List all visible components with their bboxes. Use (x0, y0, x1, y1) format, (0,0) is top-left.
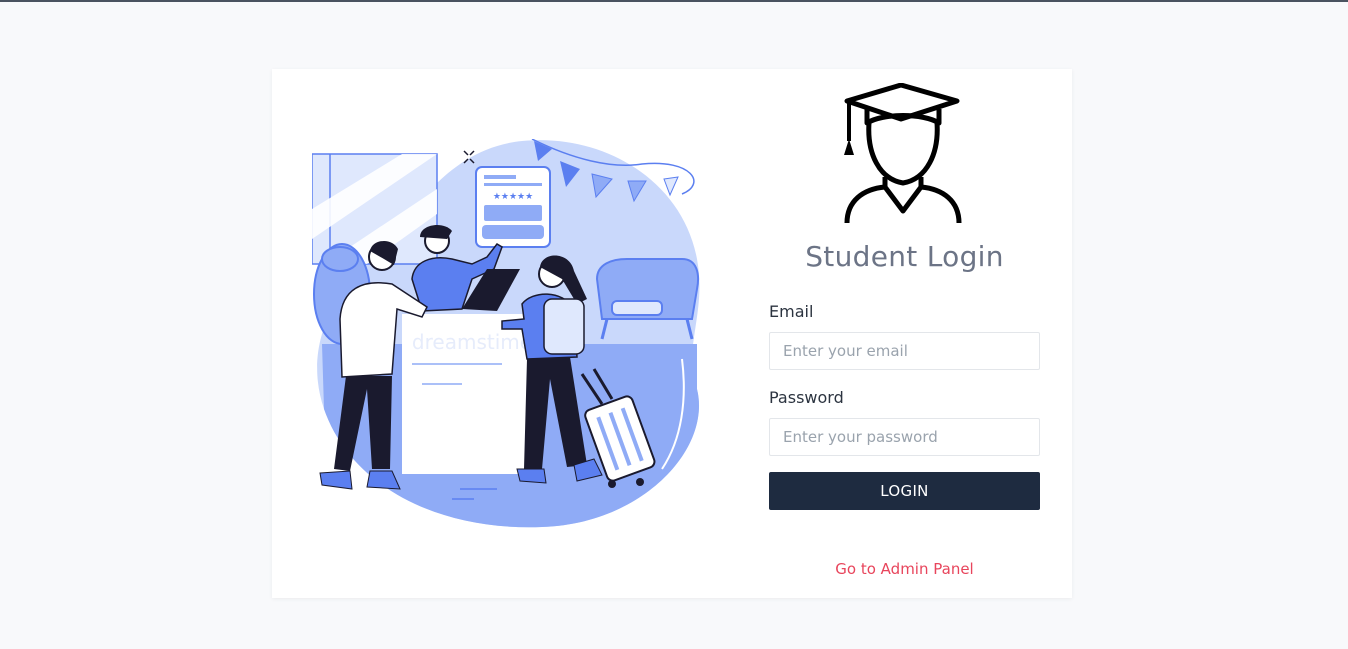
graduate-icon (843, 83, 965, 225)
login-card: ★★★★★ dreamstime Student Login Email Ent… (272, 69, 1072, 598)
admin-panel-link[interactable]: Go to Admin Panel (769, 560, 1040, 578)
rating-stars: ★★★★★ (493, 192, 533, 202)
top-border (0, 0, 1348, 2)
email-field[interactable] (769, 332, 1040, 370)
email-label: Email (769, 302, 814, 321)
page-title: Student Login (805, 240, 1004, 273)
password-label: Password (769, 388, 844, 407)
login-button[interactable]: LOGIN (769, 472, 1040, 510)
login-form: Student Login Email Password LOGIN Go to… (769, 69, 1040, 598)
password-field[interactable] (769, 418, 1040, 456)
hotel-reception-illustration: ★★★★★ dreamstime (312, 139, 702, 529)
watermark-text: dreamstime (412, 330, 532, 354)
